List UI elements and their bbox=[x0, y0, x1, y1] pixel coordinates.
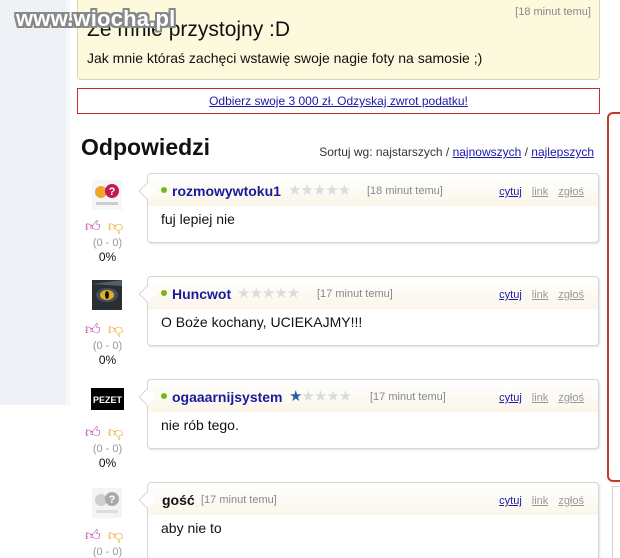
ad-link[interactable]: Odbierz swoje 3 000 zł. Odzyskaj zwrot p… bbox=[209, 94, 468, 108]
thumbs-up-icon[interactable]: 👍︎ bbox=[85, 527, 101, 545]
comment-item: ? 👍︎ 👎︎ (0 - 0) gość [17 minut temu] cyt… bbox=[0, 481, 620, 558]
report-link[interactable]: zgłoś bbox=[558, 289, 584, 301]
comment-actions: cytuj link zgłoś bbox=[489, 495, 584, 507]
comment-text: fuj lepiej nie bbox=[161, 211, 235, 227]
vote-count: (0 - 0) bbox=[92, 340, 123, 352]
sort-separator: / bbox=[521, 145, 532, 159]
svg-text:?: ? bbox=[109, 186, 116, 198]
sort-newest-link[interactable]: najnowszych bbox=[453, 145, 522, 159]
report-link[interactable]: zgłoś bbox=[558, 392, 584, 404]
vote-percent: 0% bbox=[98, 250, 117, 264]
rating-stars-icon: ★★★★★ bbox=[237, 285, 300, 302]
ad-banner: Odbierz swoje 3 000 zł. Odzyskaj zwrot p… bbox=[77, 88, 600, 114]
sort-best-link[interactable]: najlepszych bbox=[531, 145, 594, 159]
pezet-logo-avatar-icon[interactable]: PEZET bbox=[91, 388, 124, 410]
comment-item: PEZET 👍︎ 👎︎ (0 - 0) 0% ogaaarnijsystem ★… bbox=[0, 378, 620, 478]
permalink-link[interactable]: link bbox=[532, 495, 549, 507]
post-text: Jak mnie któraś zachęci wstawię swoje na… bbox=[87, 50, 483, 66]
report-link[interactable]: zgłoś bbox=[558, 186, 584, 198]
online-status-icon bbox=[161, 393, 167, 399]
wrzuta-question-avatar-icon[interactable]: ? bbox=[92, 180, 122, 210]
comment-author[interactable]: rozmowywtoku1 bbox=[172, 183, 281, 199]
comment-author: gość bbox=[162, 492, 195, 508]
comment-card: ogaaarnijsystem ★★★★★ [17 minut temu] cy… bbox=[138, 379, 599, 449]
comment-actions: cytuj link zgłoś bbox=[489, 289, 584, 301]
sort-label: Sortuj wg: najstarszych / bbox=[319, 145, 453, 159]
comment-card: Huncwot ★★★★★ [17 minut temu] cytuj link z… bbox=[138, 276, 599, 346]
comment-text: aby nie to bbox=[161, 520, 222, 536]
comment-card: gość [17 minut temu] cytuj link zgłoś aby … bbox=[138, 482, 599, 558]
vote-count: (0 - 0) bbox=[92, 237, 123, 249]
site-watermark: www.wiocha.pl bbox=[16, 6, 176, 31]
report-link[interactable]: zgłoś bbox=[558, 495, 584, 507]
comment-card: rozmowywtoku1 ★★★★★ [18 minut temu] cytu… bbox=[138, 173, 599, 243]
comment-author[interactable]: ogaaarnijsystem bbox=[172, 389, 283, 405]
thumbs-down-icon[interactable]: 👎︎ bbox=[108, 321, 123, 339]
post-time: [18 minut temu] bbox=[515, 6, 591, 18]
permalink-link[interactable]: link bbox=[532, 289, 549, 301]
thumbs-up-icon[interactable]: 👍︎ bbox=[85, 321, 101, 339]
comment-actions: cytuj link zgłoś bbox=[489, 186, 584, 198]
grey-question-avatar-icon[interactable]: ? bbox=[92, 488, 122, 518]
thumbs-down-icon[interactable]: 👎︎ bbox=[108, 424, 123, 442]
comment-item: 👍︎ 👎︎ (0 - 0) 0% Huncwot ★★★★★ [17 minut… bbox=[0, 275, 620, 375]
quote-link[interactable]: cytuj bbox=[499, 392, 522, 404]
svg-text:?: ? bbox=[109, 494, 116, 506]
wolf-eye-avatar-icon[interactable] bbox=[92, 280, 122, 310]
comment-text: O Boże kochany, UCIEKAJMY!!! bbox=[161, 314, 363, 330]
online-status-icon bbox=[161, 290, 167, 296]
comment-text: nie rób tego. bbox=[161, 417, 239, 433]
comment-item: ? 👍︎ 👎︎ (0 - 0) 0% rozmowywtoku1 ★★★★★ [… bbox=[0, 172, 620, 272]
comment-time: [18 minut temu] bbox=[367, 185, 443, 197]
rating-stars-icon: ★★★★★ bbox=[288, 182, 351, 199]
comment-time: [17 minut temu] bbox=[317, 288, 393, 300]
online-status-icon bbox=[161, 187, 167, 193]
vote-count: (0 - 0) bbox=[92, 546, 123, 558]
vote-percent: 0% bbox=[98, 353, 117, 367]
vote-count: (0 - 0) bbox=[92, 443, 123, 455]
thumbs-up-icon[interactable]: 👍︎ bbox=[85, 424, 101, 442]
quote-link[interactable]: cytuj bbox=[499, 289, 522, 301]
quote-link[interactable]: cytuj bbox=[499, 495, 522, 507]
comment-actions: cytuj link zgłoś bbox=[489, 392, 584, 404]
thumbs-up-icon[interactable]: 👍︎ bbox=[85, 218, 101, 236]
rating-stars-icon: ★★★★★ bbox=[289, 388, 352, 405]
answers-heading: Odpowiedzi bbox=[81, 134, 211, 160]
svg-text:PEZET: PEZET bbox=[93, 395, 123, 405]
thumbs-down-icon[interactable]: 👎︎ bbox=[108, 527, 123, 545]
quote-link[interactable]: cytuj bbox=[499, 186, 522, 198]
thumbs-down-icon[interactable]: 👎︎ bbox=[108, 218, 123, 236]
sort-bar: Sortuj wg: najstarszych / najnowszych / … bbox=[319, 145, 594, 159]
comment-author[interactable]: Huncwot bbox=[172, 286, 231, 302]
permalink-link[interactable]: link bbox=[532, 186, 549, 198]
comment-time: [17 minut temu] bbox=[370, 391, 446, 403]
comment-time: [17 minut temu] bbox=[201, 494, 277, 506]
vote-percent: 0% bbox=[98, 456, 117, 470]
permalink-link[interactable]: link bbox=[532, 392, 549, 404]
